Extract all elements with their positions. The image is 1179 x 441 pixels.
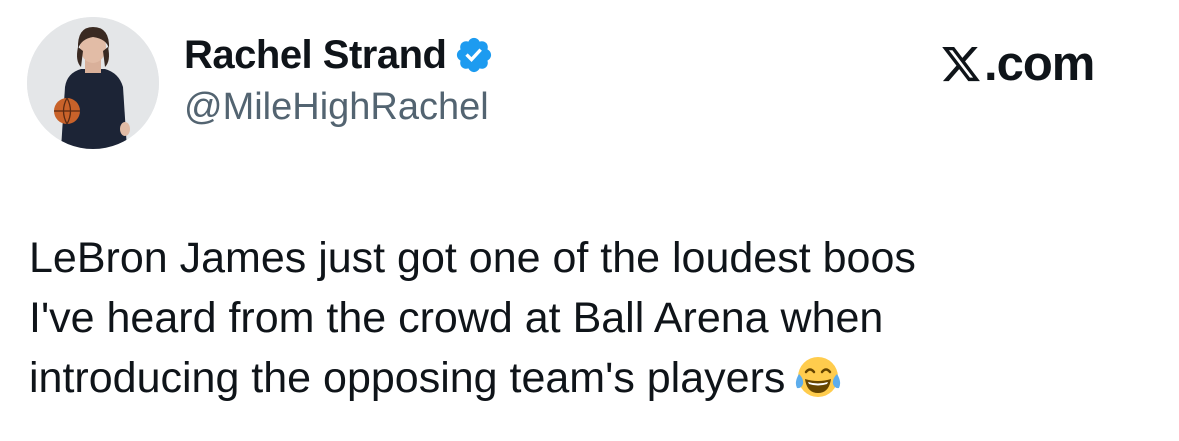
display-name[interactable]: Rachel Strand	[184, 33, 447, 78]
tweet-line-1: LeBron James just got one of the loudest…	[29, 234, 916, 282]
x-logo-icon	[942, 46, 980, 82]
brand-domain-text: .com	[984, 37, 1095, 91]
avatar[interactable]	[27, 17, 159, 149]
tweet-text: LeBron James just got one of the loudest…	[29, 228, 1159, 408]
x-com-brand: .com	[940, 36, 1095, 92]
verified-badge-icon	[457, 37, 492, 73]
face-with-tears-of-joy-icon	[796, 357, 841, 397]
author-name-row: Rachel Strand	[184, 30, 494, 80]
tweet-line-3-wrap: introducing the opposing team's players	[29, 348, 1159, 408]
tweet-line-2: I've heard from the crowd at Ball Arena …	[29, 294, 884, 342]
tweet-line-3: introducing the opposing team's players	[29, 354, 786, 402]
author-handle[interactable]: @MileHighRachel	[184, 86, 489, 129]
